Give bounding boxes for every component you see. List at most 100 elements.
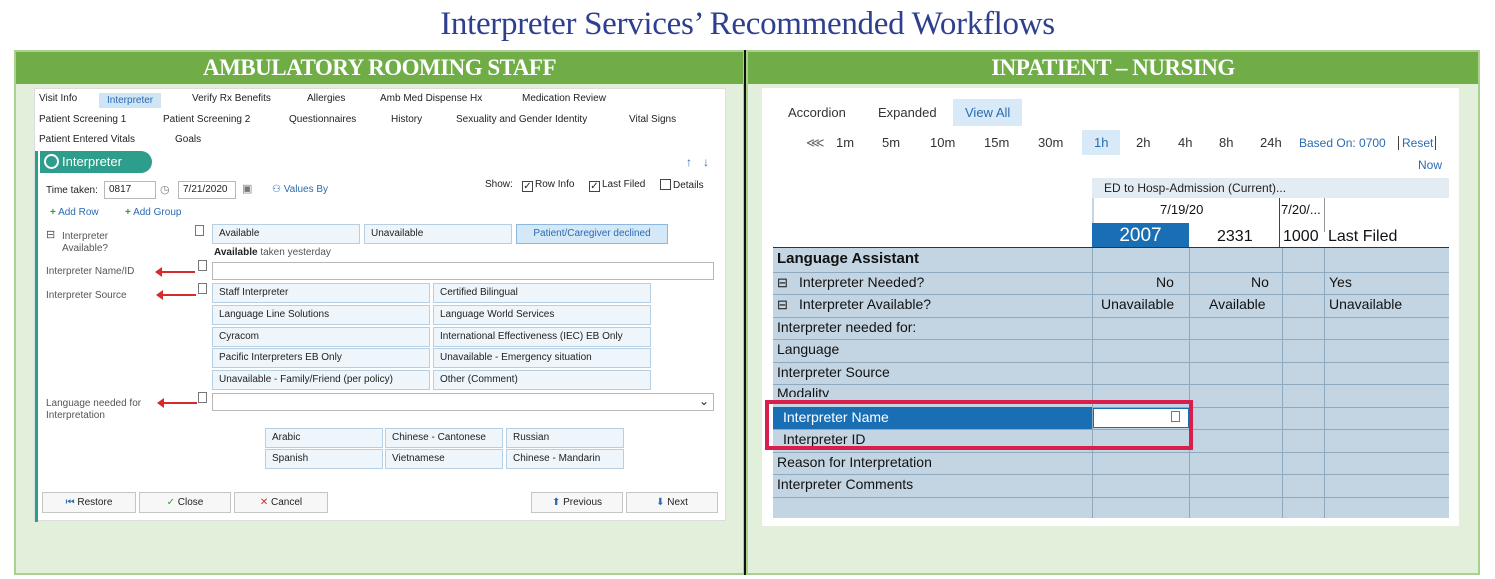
comment-icon[interactable] bbox=[198, 260, 207, 271]
time-30m[interactable]: 30m bbox=[1038, 135, 1063, 150]
inpatient-header: INPATIENT – NURSING bbox=[748, 52, 1478, 84]
available-value-2331[interactable]: Available bbox=[1209, 296, 1266, 312]
row-comments[interactable]: Interpreter Comments bbox=[777, 476, 913, 492]
language-option[interactable]: Arabic bbox=[265, 428, 383, 448]
add-group-button[interactable]: + Add Group bbox=[125, 207, 181, 218]
nav-questionnaires[interactable]: Questionnaires bbox=[289, 114, 356, 125]
calendar-icon[interactable]: ▣ bbox=[242, 182, 252, 195]
language-option[interactable]: Chinese - Cantonese bbox=[385, 428, 503, 448]
row-rule bbox=[773, 272, 1449, 273]
language-option[interactable]: Russian bbox=[506, 428, 624, 448]
row-interpreter-needed[interactable]: Interpreter Needed? bbox=[799, 274, 924, 290]
nav-patient-screening-2[interactable]: Patient Screening 2 bbox=[163, 114, 250, 125]
restore-button[interactable]: ⏮ Restore bbox=[42, 492, 136, 513]
nav-allergies[interactable]: Allergies bbox=[307, 93, 345, 104]
chevron-down-icon[interactable]: ⌄ bbox=[699, 394, 709, 408]
needed-value-2331[interactable]: No bbox=[1251, 274, 1269, 290]
source-option[interactable]: Other (Comment) bbox=[433, 370, 651, 390]
row-modality[interactable]: Modality bbox=[777, 385, 829, 397]
source-option[interactable]: Pacific Interpreters EB Only bbox=[212, 348, 430, 368]
tab-expanded[interactable]: Expanded bbox=[878, 105, 937, 120]
row-interpreter-available[interactable]: Interpreter Available? bbox=[799, 296, 931, 312]
nav-history[interactable]: History bbox=[391, 114, 422, 125]
cancel-button[interactable]: ✕ Cancel bbox=[234, 492, 328, 513]
comment-icon[interactable] bbox=[195, 225, 204, 236]
source-option[interactable]: Language Line Solutions bbox=[212, 305, 430, 325]
name-id-input[interactable] bbox=[212, 262, 714, 280]
previous-button[interactable]: ⬆ Previous bbox=[531, 492, 623, 513]
language-label: Language needed for Interpretation bbox=[46, 398, 142, 421]
row-info-checkbox[interactable]: ✓ Row Info bbox=[522, 179, 574, 192]
nav-amb-med-dispense[interactable]: Amb Med Dispense Hx bbox=[380, 93, 482, 104]
time-4h[interactable]: 4h bbox=[1178, 135, 1192, 150]
source-option[interactable]: Unavailable - Emergency situation bbox=[433, 348, 651, 368]
option-unavailable[interactable]: Unavailable bbox=[364, 224, 512, 244]
now-link[interactable]: Now bbox=[1418, 158, 1442, 172]
time-10m[interactable]: 10m bbox=[930, 135, 955, 150]
time-input[interactable]: 0817 bbox=[104, 181, 156, 199]
source-option[interactable]: International Effectiveness (IEC) EB Onl… bbox=[433, 327, 651, 347]
clock-icon[interactable]: ◷ bbox=[160, 183, 170, 196]
down-arrow-icon[interactable]: ↓ bbox=[703, 155, 709, 169]
option-patient-declined[interactable]: Patient/Caregiver declined bbox=[516, 224, 668, 244]
time-1h[interactable]: 1h bbox=[1082, 130, 1121, 155]
nav-goals[interactable]: Goals bbox=[175, 134, 201, 145]
col-rule bbox=[1324, 248, 1325, 518]
tab-view-all[interactable]: View All bbox=[953, 99, 1023, 126]
details-checkbox[interactable]: Details bbox=[660, 179, 704, 191]
time-1m[interactable]: 1m bbox=[836, 135, 854, 150]
source-option[interactable]: Staff Interpreter bbox=[212, 283, 430, 303]
reset-link[interactable]: Reset bbox=[1398, 136, 1437, 150]
nav-vital-signs[interactable]: Vital Signs bbox=[629, 114, 676, 125]
language-option[interactable]: Chinese - Mandarin bbox=[506, 449, 624, 469]
source-label: Interpreter Source bbox=[46, 290, 127, 301]
based-on-link[interactable]: Based On: 0700 bbox=[1299, 136, 1386, 150]
time-8h[interactable]: 8h bbox=[1219, 135, 1233, 150]
last-filed-checkbox[interactable]: ✓ Last Filed bbox=[589, 179, 645, 192]
group-language-assistant[interactable]: Language Assistant bbox=[777, 250, 919, 267]
row-reason[interactable]: Reason for Interpretation bbox=[777, 454, 932, 470]
source-option[interactable]: Unavailable - Family/Friend (per policy) bbox=[212, 370, 430, 390]
column-2007[interactable]: 2007 bbox=[1092, 223, 1189, 248]
date-separator bbox=[1279, 198, 1280, 254]
source-option[interactable]: Certified Bilingual bbox=[433, 283, 651, 303]
language-dropdown[interactable] bbox=[212, 393, 714, 411]
nav-visit-info[interactable]: Visit Info bbox=[39, 93, 77, 104]
option-available[interactable]: Available bbox=[212, 224, 360, 244]
add-row-button[interactable]: + Add Row bbox=[50, 207, 99, 218]
nav-interpreter[interactable]: Interpreter bbox=[99, 93, 162, 108]
row-interpreter-needed-for[interactable]: Interpreter needed for: bbox=[777, 319, 916, 335]
date-separator-2 bbox=[1324, 198, 1325, 232]
name-id-label: Interpreter Name/ID bbox=[46, 266, 135, 277]
available-value-2007[interactable]: Unavailable bbox=[1101, 296, 1174, 312]
column-2331[interactable]: 2331 bbox=[1217, 228, 1253, 246]
row-interpreter-source[interactable]: Interpreter Source bbox=[777, 364, 890, 380]
values-by-link[interactable]: ⚇ Values By bbox=[272, 184, 328, 195]
time-2h[interactable]: 2h bbox=[1136, 135, 1150, 150]
time-5m[interactable]: 5m bbox=[882, 135, 900, 150]
comment-icon[interactable] bbox=[198, 283, 207, 294]
up-arrow-icon[interactable]: ↑ bbox=[686, 155, 692, 169]
nav-verify-rx[interactable]: Verify Rx Benefits bbox=[192, 93, 271, 104]
share-icon[interactable]: ⋘ bbox=[806, 135, 825, 151]
nav-sexuality-gender[interactable]: Sexuality and Gender Identity bbox=[456, 114, 587, 125]
language-option[interactable]: Spanish bbox=[265, 449, 383, 469]
source-option[interactable]: Language World Services bbox=[433, 305, 651, 325]
needed-value-2007[interactable]: No bbox=[1156, 274, 1174, 290]
nav-patient-entered-vitals[interactable]: Patient Entered Vitals bbox=[39, 134, 135, 145]
row-language[interactable]: Language bbox=[777, 341, 839, 357]
time-24h[interactable]: 24h bbox=[1260, 135, 1282, 150]
column-1000[interactable]: 1000 bbox=[1283, 228, 1319, 246]
nav-medication-review[interactable]: Medication Review bbox=[522, 93, 606, 104]
nav-patient-screening-1[interactable]: Patient Screening 1 bbox=[39, 114, 126, 125]
last-filed-note: Available taken yesterday bbox=[214, 247, 331, 258]
source-option[interactable]: Cyracom bbox=[212, 327, 430, 347]
next-button[interactable]: ⬇ Next bbox=[626, 492, 718, 513]
time-15m[interactable]: 15m bbox=[984, 135, 1009, 150]
row-rule bbox=[773, 452, 1449, 453]
language-option[interactable]: Vietnamese bbox=[385, 449, 503, 469]
comment-icon[interactable] bbox=[198, 392, 207, 403]
tab-accordion[interactable]: Accordion bbox=[788, 105, 846, 120]
close-button[interactable]: ✓ Close bbox=[139, 492, 231, 513]
date-input[interactable]: 7/21/2020 bbox=[178, 181, 236, 199]
